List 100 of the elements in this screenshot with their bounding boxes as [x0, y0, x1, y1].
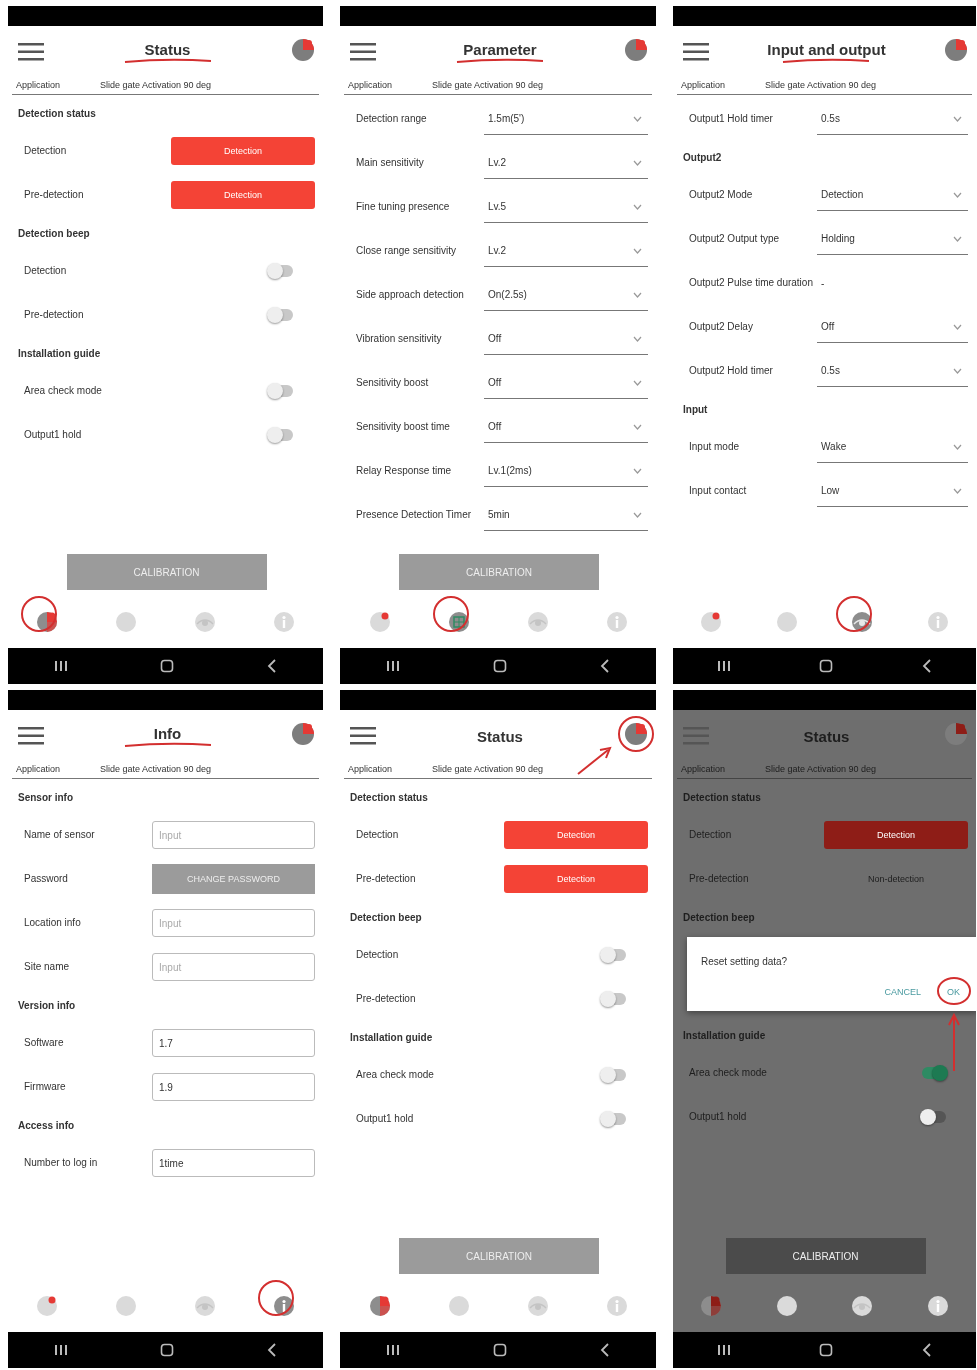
- recents-icon[interactable]: [717, 660, 732, 672]
- chevron-icon: [633, 379, 642, 386]
- dropdown-field[interactable]: 5min: [484, 499, 648, 531]
- status-button[interactable]: Detection: [504, 821, 648, 849]
- info-icon[interactable]: [926, 1294, 951, 1318]
- dropdown-field[interactable]: Holding: [817, 223, 968, 255]
- toggle-switch[interactable]: [269, 385, 293, 397]
- dropdown-field[interactable]: 0.5s: [817, 355, 968, 387]
- pie-icon[interactable]: [944, 38, 968, 62]
- pie-icon[interactable]: [291, 38, 315, 62]
- application-label: Application: [348, 764, 393, 774]
- dropdown-field[interactable]: 0.5s: [817, 103, 968, 135]
- chevron-icon: [633, 115, 642, 122]
- dialog-button[interactable]: CANCEL: [880, 983, 925, 1001]
- chevron-icon: [633, 247, 642, 254]
- dropdown-field[interactable]: Off: [484, 323, 648, 355]
- dropdown-field[interactable]: Detection: [817, 179, 968, 211]
- menu-icon[interactable]: [350, 726, 376, 746]
- toggle-switch[interactable]: [922, 1067, 946, 1079]
- input-field[interactable]: Input: [152, 909, 315, 937]
- screen-title: Status: [803, 727, 850, 745]
- pie-icon[interactable]: [624, 722, 648, 746]
- chevron-icon: [633, 203, 642, 210]
- dropdown-field[interactable]: Lv.2: [484, 235, 648, 267]
- menu-icon[interactable]: [18, 726, 44, 746]
- status-icon[interactable]: [698, 610, 723, 634]
- toggle-switch[interactable]: [602, 1113, 626, 1125]
- status-icon[interactable]: [367, 1294, 392, 1318]
- field-label: Sensitivity boost time: [355, 420, 451, 434]
- home-icon[interactable]: [493, 1343, 507, 1357]
- application-label: Application: [16, 80, 61, 90]
- status-button[interactable]: Detection: [171, 137, 315, 165]
- back-icon[interactable]: [921, 1343, 932, 1357]
- menu-icon[interactable]: [683, 42, 709, 62]
- home-icon[interactable]: [819, 659, 834, 673]
- toggle-switch[interactable]: [269, 429, 293, 441]
- pie-icon[interactable]: [624, 38, 648, 62]
- section-heading: Access info: [18, 1118, 76, 1133]
- recents-icon[interactable]: [54, 660, 69, 672]
- toggle-switch[interactable]: [269, 309, 293, 321]
- input-field[interactable]: 1.9: [152, 1073, 315, 1101]
- dropdown-field[interactable]: Off: [484, 367, 648, 399]
- dropdown-field[interactable]: Off: [484, 411, 648, 443]
- input-field[interactable]: 1.7: [152, 1029, 315, 1057]
- dropdown-field[interactable]: On(2.5s): [484, 279, 648, 311]
- dropdown-field[interactable]: Wake: [817, 431, 968, 463]
- toggle-switch[interactable]: [269, 265, 293, 277]
- section-heading: Input: [683, 402, 709, 417]
- status-button[interactable]: Detection: [171, 181, 315, 209]
- back-icon[interactable]: [921, 659, 932, 673]
- chevron-icon: [953, 323, 962, 330]
- dropdown-field[interactable]: Lv.5: [484, 191, 648, 223]
- dropdown-field[interactable]: Lv.2: [484, 147, 648, 179]
- status-icon[interactable]: [698, 1294, 723, 1318]
- screen-title: Parameter: [463, 40, 537, 58]
- info-icon[interactable]: [271, 1294, 296, 1318]
- dropdown-field[interactable]: 1.5m(5'): [484, 103, 648, 135]
- back-icon[interactable]: [266, 1343, 277, 1357]
- field-label: Output1 hold: [688, 1110, 748, 1124]
- field-label: Software: [23, 1036, 65, 1050]
- pie-icon[interactable]: [944, 722, 968, 746]
- dropdown-field[interactable]: Off: [817, 311, 968, 343]
- field-label: Output2 Output type: [688, 232, 781, 246]
- recents-icon[interactable]: [386, 660, 401, 672]
- application-value: Slide gate Activation 90 deg: [432, 80, 544, 90]
- status-icon[interactable]: [35, 1294, 60, 1318]
- home-icon[interactable]: [819, 1343, 834, 1357]
- toggle-switch[interactable]: [922, 1111, 946, 1123]
- input-field[interactable]: 1time: [152, 1149, 315, 1177]
- toggle-switch[interactable]: [602, 949, 626, 961]
- toggle-switch[interactable]: [602, 1069, 626, 1081]
- calibration-button[interactable]: CALIBRATION: [725, 1238, 926, 1274]
- input-field[interactable]: Input: [152, 821, 315, 849]
- home-icon[interactable]: [160, 659, 175, 673]
- chevron-icon: [633, 467, 642, 474]
- pie-icon[interactable]: [291, 722, 315, 746]
- back-icon[interactable]: [266, 659, 277, 673]
- status-icon[interactable]: [367, 610, 392, 634]
- toggle-switch[interactable]: [602, 993, 626, 1005]
- status-button[interactable]: Detection: [504, 865, 648, 893]
- input-field[interactable]: Input: [152, 953, 315, 981]
- section-heading: Detection status: [683, 790, 762, 805]
- field-label: Vibration sensitivity: [355, 332, 443, 346]
- field-label: Main sensitivity: [355, 156, 425, 170]
- home-icon[interactable]: [160, 1343, 175, 1357]
- back-icon[interactable]: [599, 659, 610, 673]
- status-button[interactable]: Detection: [824, 821, 968, 849]
- home-icon[interactable]: [493, 659, 507, 673]
- recents-icon[interactable]: [717, 1344, 732, 1356]
- screen-title: Status: [144, 40, 191, 58]
- recents-icon[interactable]: [54, 1344, 69, 1356]
- back-icon[interactable]: [599, 1343, 610, 1357]
- dropdown-field[interactable]: Lv.1(2ms): [484, 455, 648, 487]
- menu-icon[interactable]: [350, 42, 376, 62]
- status-icon[interactable]: [35, 610, 60, 634]
- section-heading: Detection status: [350, 790, 429, 805]
- dropdown-field[interactable]: Low: [817, 475, 968, 507]
- recents-icon[interactable]: [386, 1344, 401, 1356]
- menu-icon[interactable]: [18, 42, 44, 62]
- field-label: Area check mode: [688, 1066, 768, 1080]
